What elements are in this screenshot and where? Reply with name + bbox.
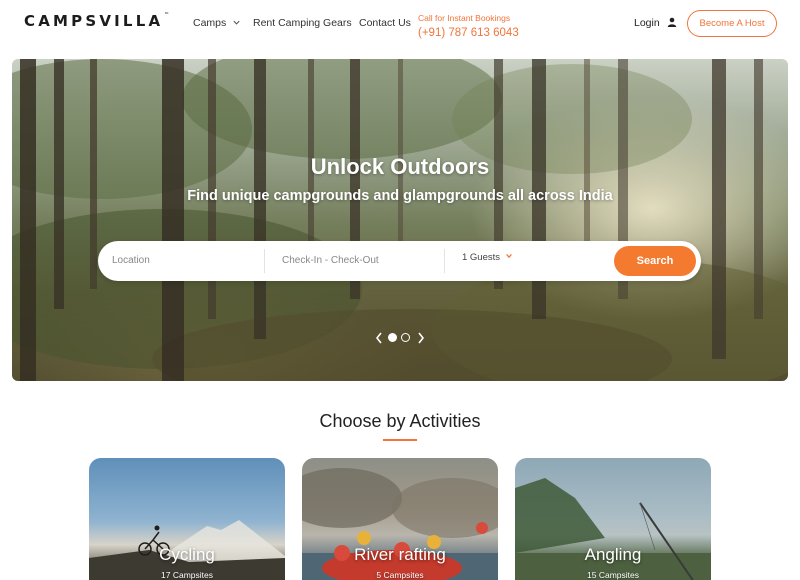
hero-subtitle: Find unique campgrounds and glampgrounds… bbox=[187, 188, 613, 204]
activity-card-river-rafting[interactable]: River rafting 5 Campsites bbox=[302, 458, 498, 580]
nav-contact-us[interactable]: Contact Us bbox=[359, 17, 411, 29]
hero-title: Unlock Outdoors bbox=[310, 154, 490, 179]
nav-camps-label: Camps bbox=[193, 17, 227, 29]
logo-text: CAMPSVILLA bbox=[24, 12, 164, 30]
location-input[interactable]: Location bbox=[112, 241, 262, 281]
slider-controls bbox=[374, 331, 426, 345]
card-count: 17 Campsites bbox=[161, 570, 213, 580]
search-bar: Location Check-In - Check-Out 1 Guests S… bbox=[98, 241, 701, 281]
chevron-left-icon[interactable] bbox=[374, 331, 384, 345]
chevron-down-icon bbox=[233, 20, 240, 25]
search-button[interactable]: Search bbox=[614, 246, 696, 276]
card-title: Cycling bbox=[159, 545, 215, 564]
card-count: 5 Campsites bbox=[376, 570, 424, 580]
activity-card-angling[interactable]: Angling 15 Campsites bbox=[515, 458, 711, 580]
login-label: Login bbox=[634, 17, 660, 29]
search-divider bbox=[264, 249, 265, 273]
card-count: 15 Campsites bbox=[587, 570, 639, 580]
site-header: CAMPSVILLA™ Camps Rent Camping Gears Con… bbox=[0, 0, 800, 50]
nav-camps[interactable]: Camps bbox=[193, 17, 241, 29]
date-range-input[interactable]: Check-In - Check-Out bbox=[282, 241, 442, 281]
logo[interactable]: CAMPSVILLA™ bbox=[24, 12, 169, 30]
logo-trademark: ™ bbox=[164, 12, 170, 18]
login-link[interactable]: Login bbox=[634, 17, 677, 29]
card-title: River rafting bbox=[354, 545, 446, 564]
user-icon bbox=[667, 17, 676, 27]
heading-underline bbox=[383, 439, 417, 441]
activity-card-cycling[interactable]: Cycling 17 Campsites bbox=[89, 458, 285, 580]
slide-dot[interactable] bbox=[401, 333, 410, 342]
slide-dot-active[interactable] bbox=[388, 333, 397, 342]
guests-value: 1 Guests bbox=[462, 252, 501, 263]
become-host-button[interactable]: Become A Host bbox=[687, 10, 777, 37]
call-phone-link[interactable]: (+91) 787 613 6043 bbox=[418, 27, 519, 39]
call-label: Call for Instant Bookings bbox=[418, 13, 511, 23]
card-title: Angling bbox=[584, 545, 642, 564]
search-divider bbox=[444, 249, 445, 273]
activities-heading: Choose by Activities bbox=[319, 411, 481, 431]
chevron-right-icon[interactable] bbox=[416, 331, 426, 345]
hero-banner: Unlock Outdoors Find unique campgrounds … bbox=[12, 59, 788, 381]
guests-select[interactable]: 1 Guests bbox=[462, 241, 513, 281]
nav-rent-camping-gears[interactable]: Rent Camping Gears bbox=[253, 17, 352, 29]
chevron-down-icon bbox=[505, 253, 512, 259]
